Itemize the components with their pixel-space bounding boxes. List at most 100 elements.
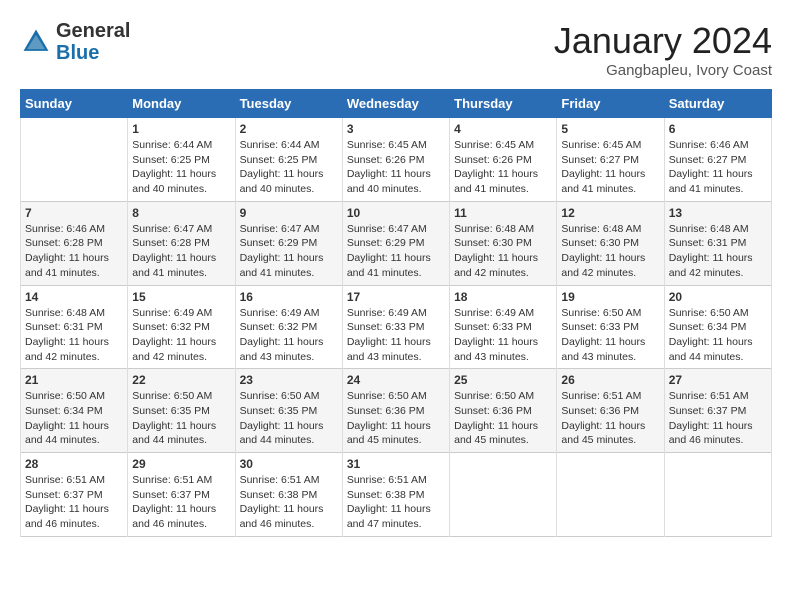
calendar-cell: 1 Sunrise: 6:44 AMSunset: 6:25 PMDaylight…	[128, 118, 235, 202]
day-number: 17	[347, 290, 445, 304]
cell-info: Sunrise: 6:49 AMSunset: 6:32 PMDaylight:…	[132, 306, 230, 365]
day-number: 29	[132, 457, 230, 471]
calendar-cell	[21, 118, 128, 202]
day-number: 3	[347, 122, 445, 136]
cell-info: Sunrise: 6:50 AMSunset: 6:34 PMDaylight:…	[25, 389, 123, 448]
header-day-wednesday: Wednesday	[342, 90, 449, 118]
calendar-cell: 2 Sunrise: 6:44 AMSunset: 6:25 PMDaylight…	[235, 118, 342, 202]
week-row-1: 7Sunrise: 6:46 AMSunset: 6:28 PMDaylight…	[21, 201, 772, 285]
cell-info: Sunrise: 6:48 AMSunset: 6:31 PMDaylight:…	[669, 222, 767, 281]
week-row-3: 21 Sunrise: 6:50 AMSunset: 6:34 PMDayligh…	[21, 369, 772, 453]
header-day-thursday: Thursday	[450, 90, 557, 118]
calendar-cell: 5 Sunrise: 6:45 AMSunset: 6:27 PMDaylight…	[557, 118, 664, 202]
cell-info: Sunrise: 6:49 AMSunset: 6:33 PMDaylight:…	[347, 306, 445, 365]
day-number: 21	[25, 373, 123, 387]
header-day-sunday: Sunday	[21, 90, 128, 118]
calendar-cell: 31 Sunrise: 6:51 AMSunset: 6:38 PMDayligh…	[342, 453, 449, 537]
cell-info: Sunrise: 6:50 AMSunset: 6:34 PMDaylight:…	[669, 306, 767, 365]
location: Gangbapleu, Ivory Coast	[554, 62, 772, 79]
calendar-cell: 7Sunrise: 6:46 AMSunset: 6:28 PMDaylight…	[21, 201, 128, 285]
logo: General Blue	[20, 20, 130, 64]
calendar-cell	[557, 453, 664, 537]
cell-info: Sunrise: 6:51 AMSunset: 6:37 PMDaylight:…	[669, 389, 767, 448]
calendar-cell: 3Sunrise: 6:45 AMSunset: 6:26 PMDaylight…	[342, 118, 449, 202]
calendar-header: SundayMondayTuesdayWednesdayThursdayFrid…	[21, 90, 772, 118]
header-row: SundayMondayTuesdayWednesdayThursdayFrid…	[21, 90, 772, 118]
day-number: 4	[454, 122, 552, 136]
calendar-cell: 4 Sunrise: 6:45 AMSunset: 6:26 PMDaylight…	[450, 118, 557, 202]
cell-info: Sunrise: 6:45 AMSunset: 6:27 PMDaylight:…	[561, 138, 659, 197]
day-number: 5	[561, 122, 659, 136]
cell-info: Sunrise: 6:45 AMSunset: 6:26 PMDaylight:…	[454, 138, 552, 197]
calendar-body: 1 Sunrise: 6:44 AMSunset: 6:25 PMDaylight…	[21, 118, 772, 537]
cell-info: Sunrise: 6:47 AMSunset: 6:28 PMDaylight:…	[132, 222, 230, 281]
month-title: January 2024	[554, 20, 772, 62]
day-number: 13	[669, 206, 767, 220]
calendar-cell: 9Sunrise: 6:47 AMSunset: 6:29 PMDaylight…	[235, 201, 342, 285]
day-number: 26	[561, 373, 659, 387]
day-number: 10	[347, 206, 445, 220]
logo-text: General Blue	[56, 20, 130, 64]
calendar-cell: 14 Sunrise: 6:48 AMSunset: 6:31 PMDayligh…	[21, 285, 128, 369]
week-row-0: 1 Sunrise: 6:44 AMSunset: 6:25 PMDaylight…	[21, 118, 772, 202]
week-row-4: 28 Sunrise: 6:51 AMSunset: 6:37 PMDayligh…	[21, 453, 772, 537]
day-number: 24	[347, 373, 445, 387]
day-number: 25	[454, 373, 552, 387]
header-day-saturday: Saturday	[664, 90, 771, 118]
calendar-cell: 15 Sunrise: 6:49 AMSunset: 6:32 PMDayligh…	[128, 285, 235, 369]
calendar-cell: 18 Sunrise: 6:49 AMSunset: 6:33 PMDayligh…	[450, 285, 557, 369]
calendar-cell: 8Sunrise: 6:47 AMSunset: 6:28 PMDaylight…	[128, 201, 235, 285]
day-number: 31	[347, 457, 445, 471]
calendar-cell: 11Sunrise: 6:48 AMSunset: 6:30 PMDayligh…	[450, 201, 557, 285]
cell-info: Sunrise: 6:51 AMSunset: 6:36 PMDaylight:…	[561, 389, 659, 448]
calendar-cell: 26 Sunrise: 6:51 AMSunset: 6:36 PMDayligh…	[557, 369, 664, 453]
calendar-cell: 25 Sunrise: 6:50 AMSunset: 6:36 PMDayligh…	[450, 369, 557, 453]
day-number: 28	[25, 457, 123, 471]
day-number: 27	[669, 373, 767, 387]
week-row-2: 14 Sunrise: 6:48 AMSunset: 6:31 PMDayligh…	[21, 285, 772, 369]
calendar-cell: 24 Sunrise: 6:50 AMSunset: 6:36 PMDayligh…	[342, 369, 449, 453]
header-day-friday: Friday	[557, 90, 664, 118]
cell-info: Sunrise: 6:51 AMSunset: 6:37 PMDaylight:…	[132, 473, 230, 532]
cell-info: Sunrise: 6:46 AMSunset: 6:27 PMDaylight:…	[669, 138, 767, 197]
cell-info: Sunrise: 6:49 AMSunset: 6:32 PMDaylight:…	[240, 306, 338, 365]
calendar-table: SundayMondayTuesdayWednesdayThursdayFrid…	[20, 89, 772, 537]
calendar-cell: 22Sunrise: 6:50 AMSunset: 6:35 PMDayligh…	[128, 369, 235, 453]
title-block: January 2024 Gangbapleu, Ivory Coast	[554, 20, 772, 79]
day-number: 1	[132, 122, 230, 136]
cell-info: Sunrise: 6:50 AMSunset: 6:36 PMDaylight:…	[347, 389, 445, 448]
logo-icon	[20, 26, 52, 58]
calendar-cell	[664, 453, 771, 537]
calendar-cell: 16 Sunrise: 6:49 AMSunset: 6:32 PMDayligh…	[235, 285, 342, 369]
cell-info: Sunrise: 6:46 AMSunset: 6:28 PMDaylight:…	[25, 222, 123, 281]
cell-info: Sunrise: 6:51 AMSunset: 6:38 PMDaylight:…	[347, 473, 445, 532]
cell-info: Sunrise: 6:48 AMSunset: 6:31 PMDaylight:…	[25, 306, 123, 365]
day-number: 22	[132, 373, 230, 387]
header-day-monday: Monday	[128, 90, 235, 118]
day-number: 19	[561, 290, 659, 304]
calendar-cell: 20Sunrise: 6:50 AMSunset: 6:34 PMDayligh…	[664, 285, 771, 369]
day-number: 30	[240, 457, 338, 471]
calendar-cell: 30 Sunrise: 6:51 AMSunset: 6:38 PMDayligh…	[235, 453, 342, 537]
day-number: 12	[561, 206, 659, 220]
calendar-cell: 10 Sunrise: 6:47 AMSunset: 6:29 PMDayligh…	[342, 201, 449, 285]
cell-info: Sunrise: 6:51 AMSunset: 6:38 PMDaylight:…	[240, 473, 338, 532]
calendar-cell: 28Sunrise: 6:51 AMSunset: 6:37 PMDayligh…	[21, 453, 128, 537]
cell-info: Sunrise: 6:50 AMSunset: 6:36 PMDaylight:…	[454, 389, 552, 448]
day-number: 18	[454, 290, 552, 304]
cell-info: Sunrise: 6:47 AMSunset: 6:29 PMDaylight:…	[347, 222, 445, 281]
cell-info: Sunrise: 6:48 AMSunset: 6:30 PMDaylight:…	[454, 222, 552, 281]
day-number: 6	[669, 122, 767, 136]
cell-info: Sunrise: 6:50 AMSunset: 6:35 PMDaylight:…	[240, 389, 338, 448]
cell-info: Sunrise: 6:44 AMSunset: 6:25 PMDaylight:…	[240, 138, 338, 197]
day-number: 23	[240, 373, 338, 387]
cell-info: Sunrise: 6:44 AMSunset: 6:25 PMDaylight:…	[132, 138, 230, 197]
day-number: 2	[240, 122, 338, 136]
day-number: 14	[25, 290, 123, 304]
cell-info: Sunrise: 6:50 AMSunset: 6:33 PMDaylight:…	[561, 306, 659, 365]
page-header: General Blue January 2024 Gangbapleu, Iv…	[20, 20, 772, 79]
day-number: 15	[132, 290, 230, 304]
calendar-cell: 13 Sunrise: 6:48 AMSunset: 6:31 PMDayligh…	[664, 201, 771, 285]
day-number: 16	[240, 290, 338, 304]
cell-info: Sunrise: 6:49 AMSunset: 6:33 PMDaylight:…	[454, 306, 552, 365]
